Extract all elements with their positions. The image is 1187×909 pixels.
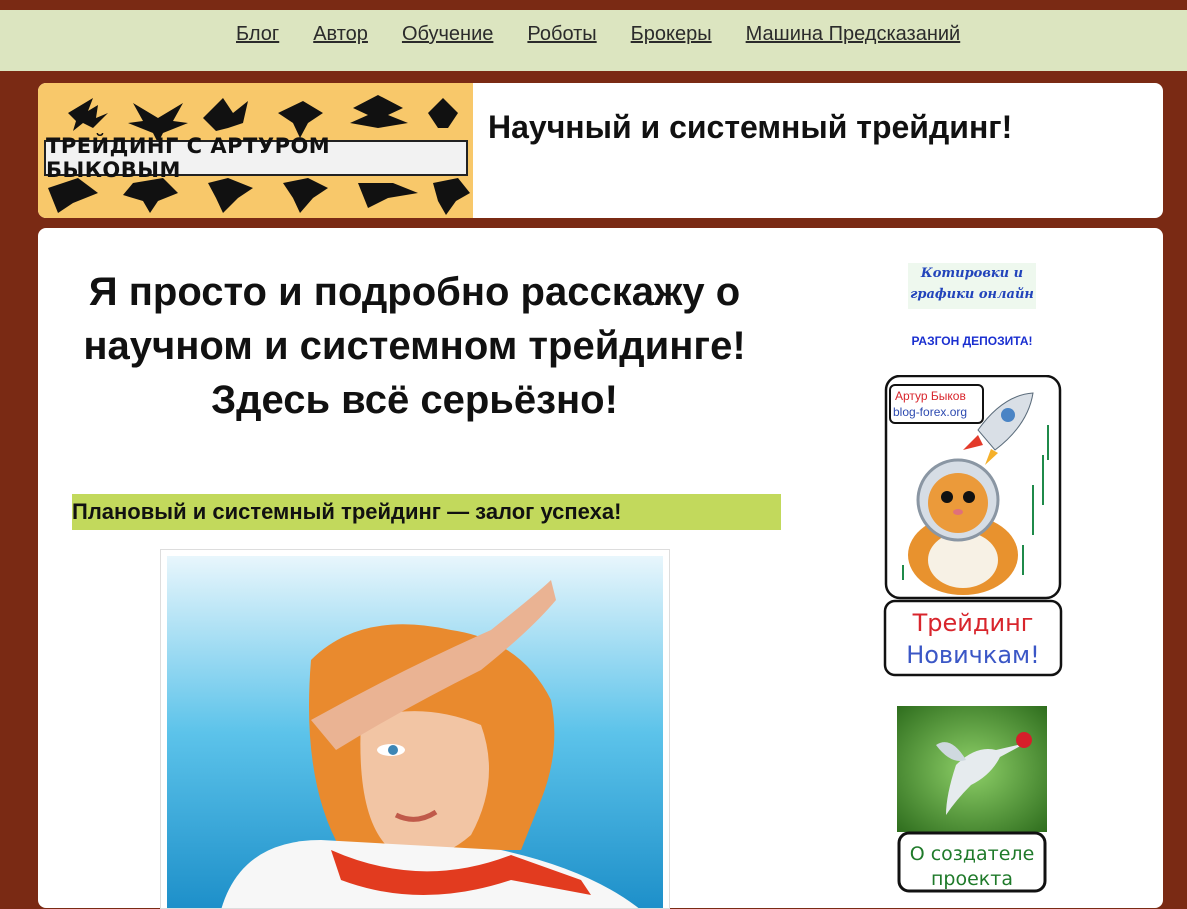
nav-link-brokers[interactable]: Брокеры	[631, 23, 712, 45]
feature-illustration	[160, 549, 670, 909]
hummingbird-image: О создателе проекта	[897, 706, 1047, 893]
about-creator-banner[interactable]: О создателе проекта	[896, 705, 1049, 895]
novice-trading-banner[interactable]: Артур Быков blog-forex.org Трейдинг Нови…	[883, 374, 1063, 677]
site-logo[interactable]: ТРЕЙДИНГ С АРТУРОМ БЫКОВЫМ	[38, 83, 473, 218]
nav-link-learning[interactable]: Обучение	[402, 23, 493, 45]
saluting-girl-image	[167, 556, 663, 908]
site-title: Научный и системный трейдинг!	[488, 109, 1013, 145]
quotes-link-line1: Котировки и	[920, 266, 1024, 281]
creator-line1: О создателе	[910, 843, 1035, 865]
top-border	[0, 0, 1187, 10]
logo-text: ТРЕЙДИНГ С АРТУРОМ БЫКОВЫМ	[44, 134, 468, 182]
nav-link-robots[interactable]: Роботы	[527, 23, 596, 45]
nav-link-author[interactable]: Автор	[313, 23, 368, 45]
page-headline: Я просто и подробно расскажу о научном и…	[83, 270, 746, 422]
creator-line2: проекта	[931, 868, 1013, 890]
content-area: Я просто и подробно расскажу о научном и…	[38, 228, 1163, 909]
top-navigation: Блог Автор Обучение Роботы Брокеры Машин…	[0, 10, 1187, 71]
section-banner: Плановый и системный трейдинг — залог ус…	[72, 494, 781, 530]
deposit-boost-link[interactable]: РАЗГОН ДЕПОЗИТА!	[883, 334, 1061, 348]
banner-author: Артур Быков	[895, 389, 966, 403]
nav-link-prediction-machine[interactable]: Машина Предсказаний	[746, 23, 961, 45]
site-header: ТРЕЙДИНГ С АРТУРОМ БЫКОВЫМ Научный и сис…	[38, 83, 1163, 218]
hamster-astronaut-image: Артур Быков blog-forex.org Трейдинг Нови…	[883, 374, 1063, 677]
banner-line-novices: Новичкам!	[906, 641, 1040, 669]
nav-link-blog[interactable]: Блог	[236, 23, 279, 45]
banner-site: blog-forex.org	[893, 405, 967, 419]
quotes-link-line2: графики онлайн	[910, 287, 1034, 302]
quotes-charts-link[interactable]: Котировки и графики онлайн	[908, 263, 1036, 309]
banner-line-trading: Трейдинг	[912, 609, 1034, 637]
